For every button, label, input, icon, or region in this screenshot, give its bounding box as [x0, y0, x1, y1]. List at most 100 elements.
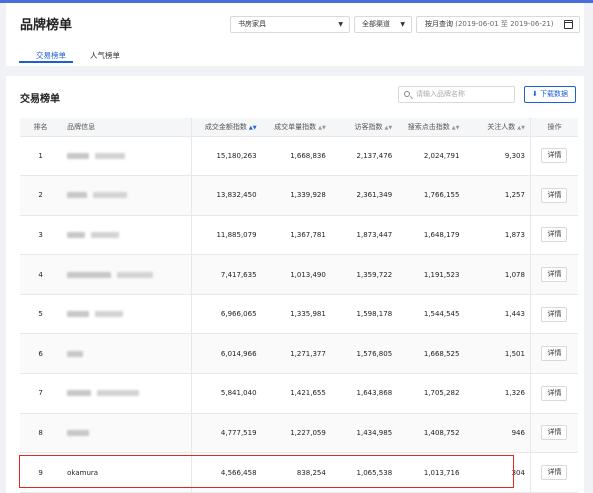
visitors-index-cell: 1,576,805: [330, 333, 398, 375]
brand-name-redacted: [61, 136, 192, 177]
action-cell: 详情: [530, 136, 578, 177]
col-search-index[interactable]: 搜索点击指数 ▲▼: [397, 118, 465, 137]
search-index-cell: 1,648,179: [397, 215, 465, 256]
rank-cell: 3: [20, 215, 62, 256]
table-row: 4 7,417,635 1,013,490 1,359,722 1,191,523 1,0…: [20, 254, 578, 295]
date-range-picker[interactable]: 按月查询 (2019-06-01 至 2019-06-21): [416, 16, 580, 33]
category-select[interactable]: 书房家具 ▼: [230, 16, 350, 33]
col-amount-index[interactable]: 成交金额指数 ▲▼: [191, 118, 262, 137]
date-range-value: (2019-06-01 至 2019-06-21): [455, 20, 554, 28]
tab-popularity-ranking[interactable]: 人气榜单: [90, 50, 120, 61]
detail-button[interactable]: 详情: [541, 148, 568, 164]
visitors-index-cell: 1,598,178: [330, 294, 398, 335]
visitors-index-cell: 1,359,722: [330, 254, 398, 295]
detail-button[interactable]: 详情: [541, 227, 568, 243]
search-index-cell: 1,705,282: [397, 373, 465, 414]
download-data-button[interactable]: ⬇ 下载数据: [524, 86, 576, 103]
redacted-text: [91, 231, 120, 238]
orders-index-cell: 1,668,836: [261, 136, 331, 177]
col-amount-label: 成交金额指数: [204, 122, 247, 131]
amount-index-cell: 4,777,519: [191, 413, 262, 454]
col-rank: 排名: [20, 118, 62, 137]
rank-cell: 1: [20, 136, 62, 177]
search-index-cell: 1,408,752: [397, 413, 465, 454]
action-cell: 详情: [530, 294, 578, 335]
amount-index-cell: 6,966,065: [191, 294, 262, 335]
brand-name-redacted: [61, 294, 192, 335]
brand-name: okamura: [61, 452, 192, 493]
detail-button[interactable]: 详情: [541, 267, 568, 283]
brand-name-redacted: [61, 333, 192, 375]
table-row: 2 13,832,450 1,339,928 2,361,349 1,766,155 1,…: [20, 175, 578, 216]
channel-select[interactable]: 全部渠道 ▼: [354, 16, 412, 33]
redacted-text: [95, 152, 126, 159]
amount-index-cell: 7,417,635: [191, 254, 262, 295]
table-row: 9 okamura 4,566,458 838,254 1,065,538 1,013,7…: [20, 452, 578, 493]
rank-cell: 5: [20, 294, 62, 335]
amount-index-cell: 15,180,263: [191, 136, 262, 177]
action-cell: 详情: [530, 413, 578, 454]
header-card: 品牌榜单 书房家具 ▼ 全部渠道 ▼ 按月查询 (2019-06-01 至 20…: [6, 3, 584, 66]
tab-trade-ranking[interactable]: 交易榜单: [36, 50, 66, 61]
orders-index-cell: 1,271,377: [261, 333, 331, 375]
follows-cell: 1,257: [464, 175, 531, 216]
search-index-cell: 1,544,545: [397, 294, 465, 335]
brand-name-redacted: [61, 215, 192, 256]
redacted-text: [95, 311, 124, 318]
col-orders-index[interactable]: 成交单量指数 ▲▼: [261, 118, 331, 137]
brand-name-redacted: [61, 254, 192, 295]
detail-button[interactable]: 详情: [541, 385, 568, 401]
follows-cell: 304: [464, 452, 531, 493]
action-cell: 详情: [530, 333, 578, 375]
col-follows-label: 关注人数: [487, 122, 516, 131]
caret-down-icon: ▼: [400, 21, 405, 28]
orders-index-cell: 1,339,928: [261, 175, 331, 216]
search-placeholder: 请输入品牌名称: [416, 90, 465, 98]
brand-name-redacted: [61, 175, 192, 216]
action-cell: 详情: [530, 373, 578, 414]
follows-cell: 1,326: [464, 373, 531, 414]
detail-button[interactable]: 详情: [541, 187, 568, 203]
action-cell: 详情: [530, 452, 578, 493]
calendar-icon[interactable]: [564, 20, 573, 29]
orders-index-cell: 1,013,490: [261, 254, 331, 295]
active-tab-indicator: [19, 61, 73, 63]
visitors-index-cell: 2,361,349: [330, 175, 398, 216]
amount-index-cell: 11,885,079: [191, 215, 262, 256]
detail-button[interactable]: 详情: [541, 306, 568, 322]
col-visitors-index[interactable]: 访客指数 ▲▼: [330, 118, 398, 137]
search-index-cell: 1,668,525: [397, 333, 465, 375]
brand-name-redacted: [61, 413, 192, 454]
detail-button[interactable]: 详情: [541, 425, 568, 441]
brand-name-redacted: [61, 373, 192, 414]
redacted-text: [67, 231, 86, 238]
redacted-text: [67, 429, 90, 436]
follows-cell: 1,443: [464, 294, 531, 335]
action-cell: 详情: [530, 175, 578, 216]
table-row: 3 11,885,079 1,367,781 1,873,447 1,648,179 1,…: [20, 215, 578, 256]
section-title: 交易榜单: [20, 94, 60, 105]
sort-icon: ▲▼: [318, 124, 326, 131]
sort-icon: ▲▼: [384, 124, 393, 131]
rank-cell: 9: [20, 452, 62, 493]
detail-button[interactable]: 详情: [541, 465, 568, 481]
sort-icon: ▲▼: [451, 124, 460, 131]
redacted-text: [67, 192, 88, 199]
visitors-index-cell: 2,137,476: [330, 136, 398, 177]
search-index-cell: 1,766,155: [397, 175, 465, 216]
redacted-text: [93, 192, 128, 199]
col-follows[interactable]: 关注人数 ▲▼: [464, 118, 531, 137]
visitors-index-cell: 1,873,447: [330, 215, 398, 256]
orders-index-cell: 1,367,781: [261, 215, 331, 256]
visitors-index-cell: 1,643,868: [330, 373, 398, 414]
table-header-row: 排名 品牌信息 成交金额指数 ▲▼ 成交单量指数 ▲▼ 访客指数 ▲▼ 搜索点击指数 ▲…: [20, 118, 578, 137]
redacted-text: [67, 152, 90, 159]
detail-button[interactable]: 详情: [541, 346, 568, 362]
caret-down-icon: ▼: [338, 21, 343, 28]
orders-index-cell: 1,335,981: [261, 294, 331, 335]
search-icon: [404, 91, 410, 97]
brand-search-input[interactable]: 请输入品牌名称: [398, 86, 515, 103]
amount-index-cell: 6,014,966: [191, 333, 262, 375]
table-row: 5 6,966,065 1,335,981 1,598,178 1,544,545 1,4…: [20, 294, 578, 335]
ranking-panel: 交易榜单 请输入品牌名称 ⬇ 下载数据 排名 品牌信息 成交金额指数 ▲▼ 成交单…: [6, 76, 584, 493]
